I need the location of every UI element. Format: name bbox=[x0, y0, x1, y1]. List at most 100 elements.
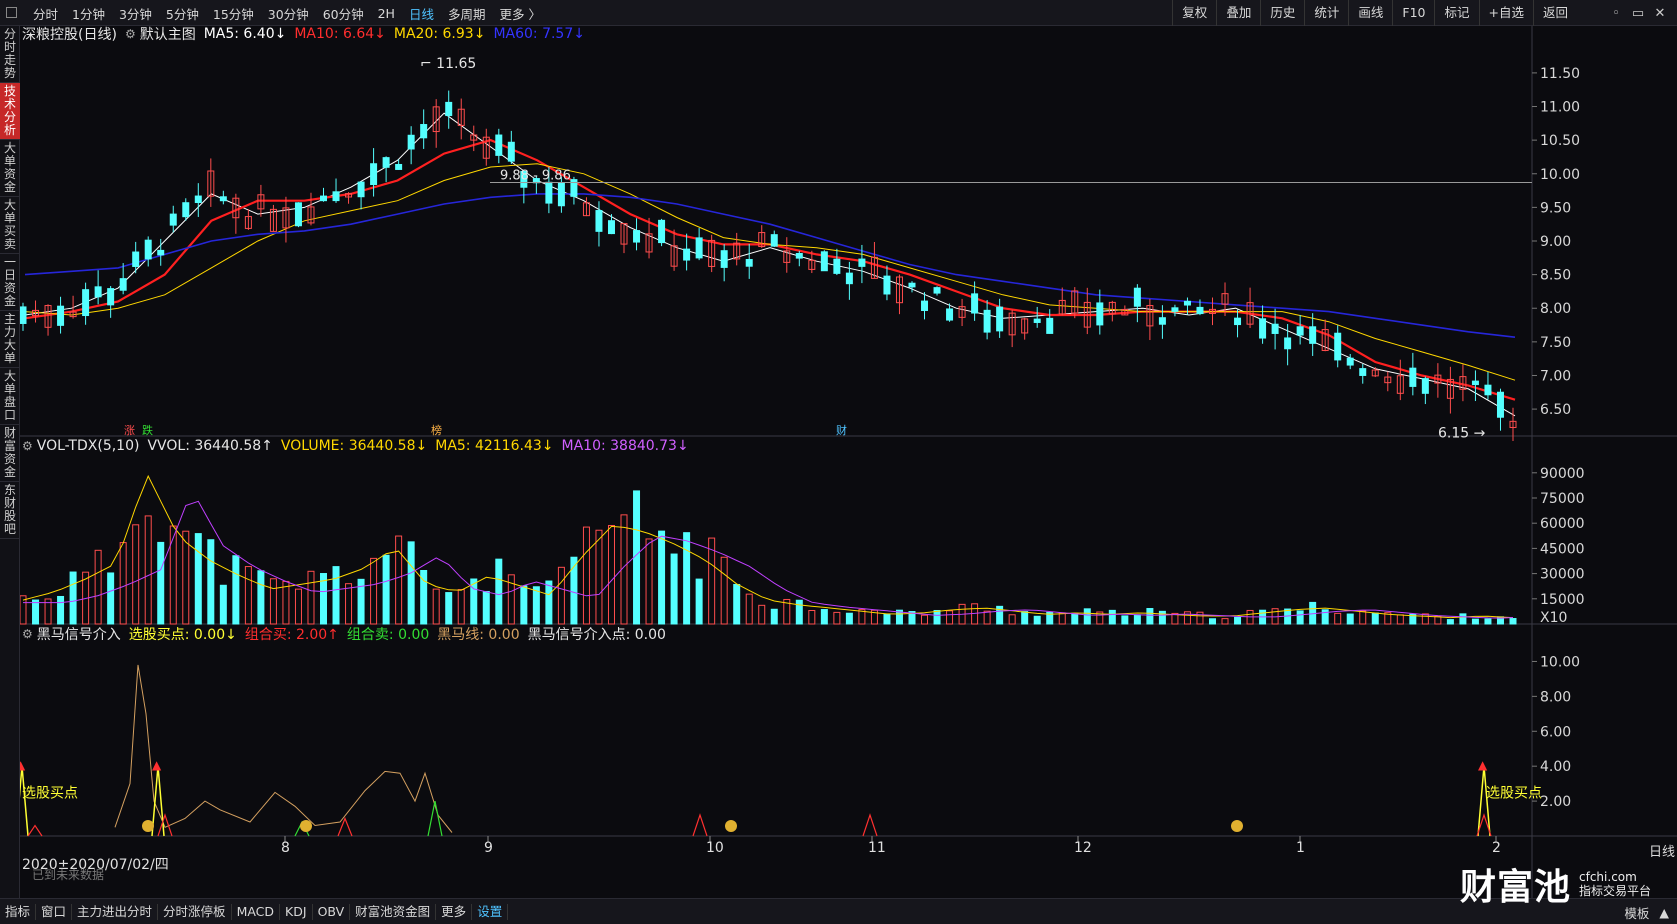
sidebar-tab[interactable]: 分时走势 bbox=[0, 26, 20, 83]
buy-arrow-icon: ▲ bbox=[1478, 758, 1488, 772]
volume-bar bbox=[57, 595, 65, 625]
period-tab[interactable]: 60分钟 bbox=[316, 4, 371, 23]
volume-bar bbox=[1121, 615, 1129, 625]
bottom-tab[interactable]: 指标 bbox=[0, 903, 37, 920]
candle-body bbox=[695, 237, 703, 259]
signal-legend-combo-buy: 组合买: 2.00↑ bbox=[244, 627, 339, 643]
tool-button[interactable]: 历史 bbox=[1260, 0, 1304, 26]
period-tab[interactable]: 多周期 bbox=[441, 4, 493, 23]
tool-button[interactable]: 画线 bbox=[1348, 0, 1392, 26]
period-tab[interactable]: 日线 bbox=[402, 4, 441, 23]
signal-tick-label: 2.00 bbox=[1540, 794, 1571, 810]
candle-body bbox=[1234, 317, 1242, 326]
candle-body bbox=[557, 182, 565, 207]
candle-body bbox=[182, 202, 190, 218]
tool-button[interactable]: 统计 bbox=[1304, 0, 1348, 26]
tool-button[interactable]: 复权 bbox=[1172, 0, 1216, 26]
volume-bar bbox=[144, 515, 152, 625]
bottom-tab[interactable]: 财富池资金图 bbox=[350, 903, 437, 920]
bottom-tab[interactable]: 设置 bbox=[472, 903, 509, 920]
volume-bar bbox=[370, 557, 378, 625]
volume-bar bbox=[457, 589, 465, 625]
signal-legend-dark-horse: 黑马线: 0.00 bbox=[437, 627, 520, 643]
volume-bar bbox=[595, 529, 603, 625]
expand-icon[interactable]: ▲ bbox=[1659, 905, 1669, 920]
volume-bar bbox=[69, 571, 77, 625]
period-tab[interactable]: 2H bbox=[371, 6, 402, 21]
period-tab[interactable]: 3分钟 bbox=[112, 4, 159, 23]
tag-down: 跌 bbox=[142, 423, 153, 437]
candle-body bbox=[1196, 306, 1204, 315]
volume-bar bbox=[119, 542, 127, 625]
volume-bar bbox=[720, 556, 728, 625]
combo-buy-signal bbox=[27, 824, 43, 837]
volume-bar bbox=[645, 538, 653, 625]
period-tab[interactable]: 15分钟 bbox=[206, 4, 261, 23]
tool-button[interactable]: 标记 bbox=[1434, 0, 1478, 26]
main-legend-name[interactable]: 深粮控股(日线) bbox=[22, 24, 117, 44]
vol-legend-name[interactable]: VOL-TDX(5,10) bbox=[37, 438, 140, 454]
tool-button[interactable]: 叠加 bbox=[1216, 0, 1260, 26]
settings-gear-icon[interactable]: ⚙ bbox=[125, 27, 136, 41]
sidebar-tab[interactable]: 大单盘口 bbox=[0, 368, 20, 425]
candle-body bbox=[1334, 332, 1342, 361]
bottom-tab[interactable]: 分时涨停板 bbox=[158, 903, 232, 920]
candle-body bbox=[883, 275, 891, 295]
candle-body bbox=[607, 220, 615, 235]
bottom-tab[interactable]: KDJ bbox=[280, 903, 313, 920]
sidebar-tab[interactable]: 技术分析 bbox=[0, 83, 20, 140]
volume-bar bbox=[1334, 612, 1342, 625]
volume-bar bbox=[495, 558, 503, 625]
volume-bar bbox=[1484, 618, 1492, 625]
volume-gear-icon[interactable]: ⚙ bbox=[22, 439, 33, 453]
signal-legend-combo-sell: 组合卖: 0.00 bbox=[346, 627, 430, 643]
x-tick-label: 10 bbox=[706, 840, 724, 856]
candle-body bbox=[320, 195, 328, 202]
period-tab[interactable]: 1分钟 bbox=[65, 4, 112, 23]
sidebar-tab[interactable]: 一日资金 bbox=[0, 254, 20, 311]
volume-bar bbox=[282, 580, 290, 625]
minimize-icon[interactable]: ◦ bbox=[1605, 6, 1627, 21]
bottom-tab[interactable]: OBV bbox=[313, 903, 351, 920]
close-icon[interactable]: ✕ bbox=[1649, 6, 1671, 21]
candle-body bbox=[357, 181, 365, 198]
bottom-tab[interactable]: 更多 bbox=[436, 903, 473, 920]
volume-bar bbox=[1158, 610, 1166, 625]
period-tab[interactable]: 30分钟 bbox=[261, 4, 316, 23]
volume-bar bbox=[983, 610, 991, 625]
price-tick-label: 8.00 bbox=[1540, 301, 1571, 317]
left-sidebar: 分时走势 技术分析 大单资金 大单买卖 一日资金 主力大单 大单盘口 财富资金 东财股吧 bbox=[0, 26, 20, 898]
sidebar-tab[interactable]: 东财股吧 bbox=[0, 482, 20, 539]
main-legend-template[interactable]: 默认主图 bbox=[140, 24, 196, 44]
bottom-tab[interactable]: 主力进出分时 bbox=[72, 903, 159, 920]
sidebar-tab[interactable]: 主力大单 bbox=[0, 311, 20, 368]
signal-gear-icon[interactable]: ⚙ bbox=[22, 627, 33, 641]
sidebar-tab[interactable]: 财富资金 bbox=[0, 425, 20, 482]
candle-body bbox=[820, 251, 828, 272]
candle-body bbox=[745, 259, 753, 267]
period-tab[interactable]: 分时 bbox=[26, 4, 65, 23]
volume-bar bbox=[1421, 613, 1429, 625]
volume-bar bbox=[194, 533, 202, 625]
period-tab[interactable]: 5分钟 bbox=[159, 4, 206, 23]
volume-bar bbox=[395, 535, 403, 625]
bottom-tab[interactable]: 窗口 bbox=[36, 903, 73, 920]
volume-bar bbox=[382, 554, 390, 625]
tool-button[interactable]: F10 bbox=[1392, 0, 1434, 26]
volume-tick-label: 45000 bbox=[1540, 541, 1585, 557]
sidebar-tab[interactable]: 大单买卖 bbox=[0, 197, 20, 254]
tool-button[interactable]: 返回 bbox=[1532, 0, 1577, 26]
signal-legend-name[interactable]: 黑马信号介入 bbox=[37, 624, 121, 644]
volume-bar bbox=[1008, 614, 1016, 625]
chart-canvas[interactable]: 6.507.007.508.008.509.009.5010.0010.5011… bbox=[20, 26, 1677, 898]
volume-bar bbox=[1509, 618, 1517, 625]
maximize-icon[interactable]: ▭ bbox=[1627, 6, 1649, 21]
sidebar-tab[interactable]: 大单资金 bbox=[0, 140, 20, 197]
bottom-tab[interactable]: MACD bbox=[232, 903, 281, 920]
chart-area[interactable]: 6.50 7.00 7.50 8.00 8.50 9.00 9.50 10.00 10.50 11… bbox=[20, 26, 1677, 898]
volume-bar bbox=[582, 526, 590, 625]
window-menu-icon[interactable] bbox=[6, 7, 17, 18]
period-tab[interactable]: 更多 〉 bbox=[492, 4, 547, 23]
candle-body bbox=[445, 101, 453, 117]
tool-button[interactable]: +自选 bbox=[1478, 0, 1533, 26]
